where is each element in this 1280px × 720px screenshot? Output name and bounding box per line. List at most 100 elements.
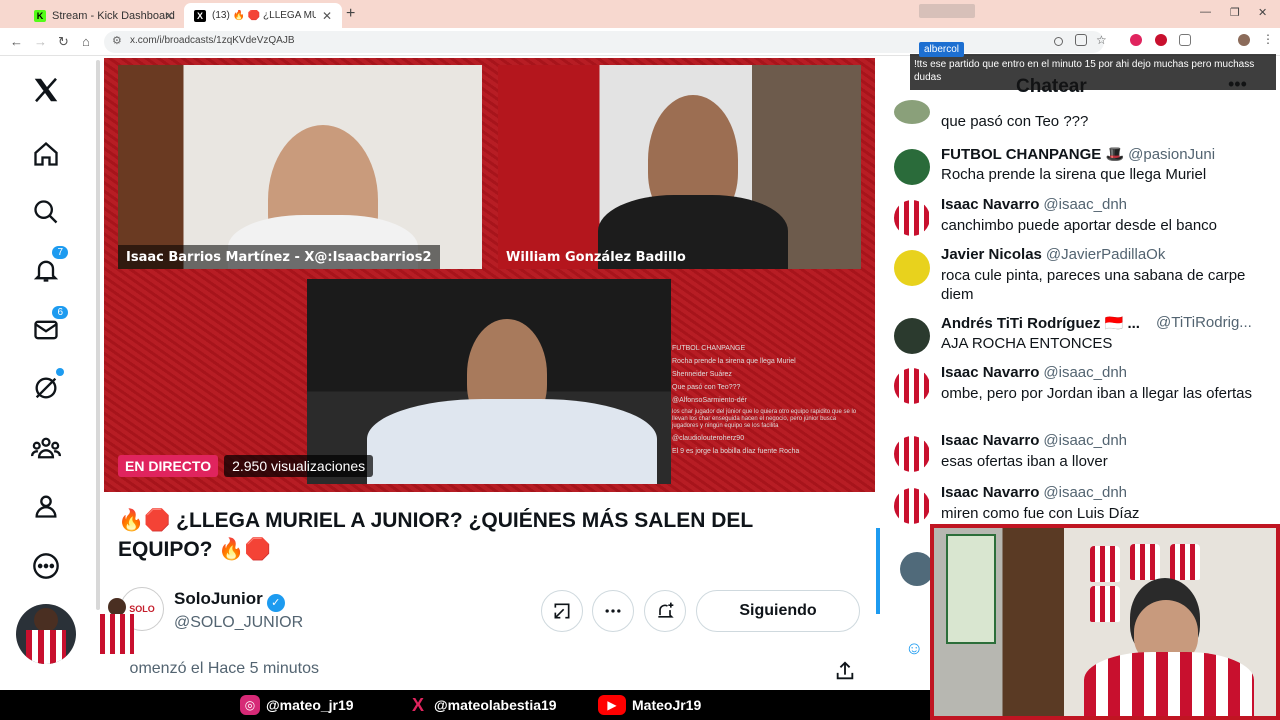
x-link[interactable]: X @mateolabestia19: [408, 695, 557, 715]
chat-message-text: esas ofertas iban a llover: [941, 453, 1108, 470]
youtube-link[interactable]: ▶ MateoJr19: [598, 695, 701, 715]
avatar[interactable]: [894, 200, 930, 236]
chat-username[interactable]: Isaac Navarro @isaac_dnh: [941, 432, 1127, 449]
author-name[interactable]: SoloJunior: [174, 589, 263, 608]
extensions-puzzle-icon[interactable]: [1179, 34, 1191, 46]
browser-menu-icon[interactable]: ⋮: [1262, 32, 1274, 46]
chat-username[interactable]: Isaac Navarro @isaac_dnh: [941, 196, 1127, 213]
youtube-icon: ▶: [598, 695, 626, 715]
chat-handle: @TiTiRodrig...: [1156, 314, 1252, 331]
chat-message-text: roca cule pinta, pareces una sabana de c…: [941, 267, 1246, 303]
grok-icon[interactable]: [30, 368, 64, 404]
minimize-player-button[interactable]: [541, 590, 583, 632]
avatar[interactable]: [894, 250, 930, 286]
view-count: 2.950 visualizaciones: [224, 455, 374, 477]
instagram-handle: @mateo_jr19: [266, 697, 354, 713]
tab-x-broadcast[interactable]: X (13) 🔥 🛑 ¿LLEGA MURIEL ✕: [184, 3, 342, 28]
explore-icon[interactable]: [30, 196, 62, 228]
instagram-link[interactable]: ◎ @mateo_jr19: [240, 695, 354, 715]
overlay-chat-line: los char jugador del júnior que lo quier…: [672, 409, 857, 429]
back-icon[interactable]: ←: [10, 34, 23, 49]
chat-message-text: que pasó con Teo ???: [941, 113, 1089, 130]
communities-icon[interactable]: [30, 432, 62, 464]
chat-display-name: Andrés TiTi Rodríguez 🇮🇩 ...: [941, 315, 1140, 332]
reload-icon[interactable]: ↻: [58, 34, 69, 50]
notifications-icon[interactable]: 7: [30, 246, 68, 286]
player-image: [92, 598, 140, 702]
chat-display-name: Isaac Navarro: [941, 484, 1040, 501]
minimize-icon[interactable]: —: [1200, 6, 1211, 18]
avatar[interactable]: [894, 488, 930, 524]
author-name-row[interactable]: SoloJunior ✓: [174, 589, 285, 612]
close-icon[interactable]: ✕: [322, 9, 332, 23]
following-button[interactable]: Siguiendo: [696, 590, 860, 632]
chat-display-name: Isaac Navarro: [941, 432, 1040, 449]
broadcast-video[interactable]: Isaac Barrios Martínez - X@:Isaacbarrios…: [104, 58, 875, 492]
home-icon[interactable]: ⌂: [82, 34, 90, 49]
chat-handle: @pasionJuni: [1128, 146, 1216, 163]
x-handle: @mateolabestia19: [434, 697, 557, 713]
instagram-icon: ◎: [240, 695, 260, 715]
chat-message-text: AJA ROCHA ENTONCES: [941, 335, 1113, 352]
avatar[interactable]: [894, 149, 930, 185]
address-bar: ← → ↻ ⌂ ⚙ x.com/i/broadcasts/1zqKVdeVzQA…: [0, 28, 1280, 56]
chat-handle: @JavierPadillaOk: [1045, 246, 1166, 263]
site-info-icon[interactable]: ⚙: [112, 34, 122, 47]
x-logo-icon[interactable]: [30, 74, 62, 106]
more-icon[interactable]: [30, 550, 62, 582]
overlay-ghost-bar: [919, 4, 975, 18]
avatar[interactable]: [894, 436, 930, 472]
bookmark-star-icon[interactable]: ☆: [1096, 33, 1108, 47]
forward-icon[interactable]: →: [34, 34, 47, 49]
opera-icon[interactable]: [1155, 34, 1167, 46]
avatar[interactable]: [894, 368, 930, 404]
page-scrollbar[interactable]: [96, 60, 100, 610]
overlay-chat-line: Rocha prende la sirena que llega Muriel: [672, 358, 796, 365]
window-close-icon[interactable]: ✕: [1258, 6, 1267, 19]
social-links-bar: ◎ @mateo_jr19 X @mateolabestia19 ▶ Mateo…: [0, 690, 930, 720]
tab-kick-dashboard[interactable]: K Stream - Kick Dashboard ✕: [24, 3, 184, 28]
x-icon: X: [194, 9, 206, 22]
jersey-image: [1090, 546, 1120, 582]
messages-icon[interactable]: 6: [30, 306, 68, 346]
webcam-feed: [934, 528, 1276, 716]
emoji-icon[interactable]: ☺: [905, 638, 923, 659]
profile-icon[interactable]: [30, 490, 62, 522]
author-handle[interactable]: @SOLO_JUNIOR: [174, 614, 303, 632]
add-notification-button[interactable]: [644, 590, 686, 632]
camera-label: William González Badillo: [506, 249, 686, 265]
extension-icon[interactable]: [1130, 34, 1142, 46]
live-indicator: EN DIRECTO 2.950 visualizaciones: [118, 455, 374, 477]
chat-username[interactable]: FUTBOL CHANPANGE 🎩 @pasionJuni: [941, 145, 1215, 163]
more-options-button[interactable]: [592, 590, 634, 632]
avatar[interactable]: [900, 552, 934, 586]
new-tab-button[interactable]: +: [346, 5, 355, 23]
avatar[interactable]: [894, 318, 930, 354]
overlay-chat-line: FUTBOL CHANPANGE: [672, 345, 746, 352]
chat-message-text: ombe, pero por Jordan iban a llegar las …: [941, 385, 1253, 402]
home-nav-icon[interactable]: [30, 138, 62, 170]
camera-label: Isaac Barrios Martínez - X@:Isaacbarrios…: [118, 245, 440, 269]
maximize-icon[interactable]: ❐: [1230, 6, 1240, 19]
video-overlay-chat: FUTBOL CHANPANGE Rocha prende la sirena …: [672, 344, 862, 484]
profile-avatar[interactable]: [1238, 34, 1250, 46]
chat-username[interactable]: Isaac Navarro @isaac_dnh: [941, 364, 1127, 381]
live-badge: EN DIRECTO: [118, 455, 219, 477]
chat-username[interactable]: Andrés TiTi Rodríguez 🇮🇩 ...: [941, 314, 1140, 332]
cast-icon[interactable]: [1075, 34, 1087, 46]
camera-feed-1: Isaac Barrios Martínez - X@:Isaacbarrios…: [118, 65, 482, 269]
overlay-chat-line: @claudiolouteroherz90: [672, 435, 745, 442]
jersey-image: [1130, 544, 1160, 580]
avatar[interactable]: [894, 100, 930, 124]
camera-feed-3: [307, 279, 671, 484]
zoom-icon[interactable]: [1054, 37, 1063, 46]
chat-username[interactable]: Isaac Navarro @isaac_dnh: [941, 484, 1127, 501]
player-sticker-image: [16, 604, 76, 664]
verified-badge-icon: ✓: [266, 594, 285, 612]
share-icon[interactable]: [834, 660, 856, 687]
overlay-chat-line: Que pasó con Teo???: [672, 384, 741, 391]
tts-overlay-text: !tts ese partido que entro en el minuto …: [914, 59, 1255, 83]
notifications-badge: 7: [52, 246, 68, 259]
close-icon[interactable]: ✕: [164, 9, 174, 23]
chat-username[interactable]: Javier Nicolas @JavierPadillaOk: [941, 246, 1165, 263]
